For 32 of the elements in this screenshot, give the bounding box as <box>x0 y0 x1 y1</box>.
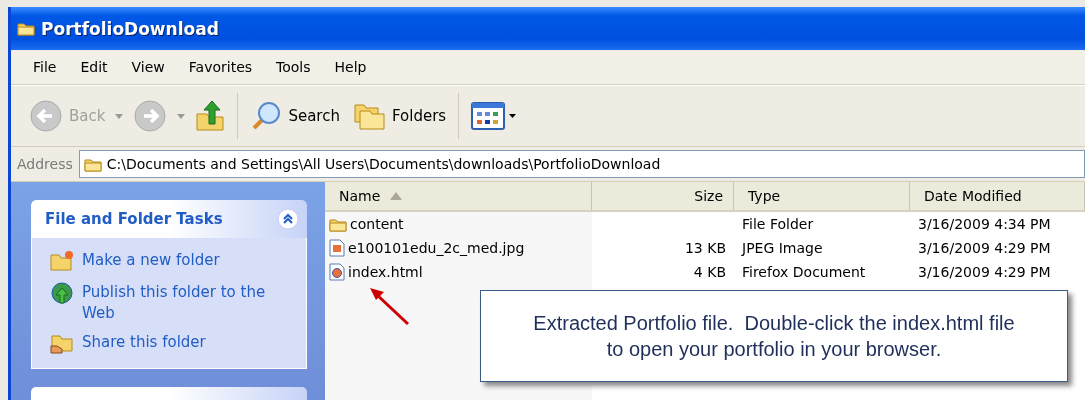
task-link[interactable]: Make a new folder <box>82 250 220 271</box>
task-link[interactable]: Publish this folder to the Web <box>82 282 294 324</box>
window-title: PortfolioDownload <box>41 18 219 39</box>
file-name[interactable]: e100101edu_2c_med.jpg <box>348 240 525 256</box>
menu-item[interactable]: Tools <box>264 59 323 75</box>
address-label: Address <box>17 156 73 172</box>
table-cell: Firefox Document <box>742 264 866 280</box>
table-cell: File Folder <box>742 216 814 232</box>
table-cell: 3/16/2009 4:29 PM <box>918 240 1051 256</box>
folders-button[interactable]: Folders <box>349 99 451 133</box>
file-name[interactable]: index.html <box>348 264 423 280</box>
menu-item[interactable]: Favorites <box>176 59 265 75</box>
callout-text: to open your portfolio in your browser. <box>606 337 942 362</box>
panel-title: File and Folder Tasks <box>45 210 223 228</box>
table-cell: 4 KB <box>693 264 726 280</box>
column-header[interactable]: Date Modified <box>910 182 1085 210</box>
table-cell: 3/16/2009 4:34 PM <box>918 216 1051 232</box>
menu-item[interactable]: Help <box>322 59 379 75</box>
menu-item[interactable]: View <box>119 59 177 75</box>
column-header[interactable]: Size <box>592 182 734 210</box>
menu-item[interactable]: Edit <box>68 59 120 75</box>
column-header[interactable]: Name <box>325 182 592 210</box>
table-cell: 3/16/2009 4:29 PM <box>918 264 1051 280</box>
column-header[interactable]: Type <box>734 182 910 210</box>
table-cell: JPEG Image <box>742 240 823 256</box>
task-link[interactable]: Share this folder <box>82 332 206 353</box>
callout-text: Extracted Portfolio file. Double-click the index.html file <box>533 311 1015 336</box>
file-name[interactable]: content <box>350 216 404 232</box>
address-field[interactable]: C:\Documents and Settings\All Users\Documents\downloads\PortfolioDownload <box>78 150 1085 178</box>
menu-item[interactable]: File <box>21 59 69 75</box>
table-cell: 13 KB <box>684 240 726 256</box>
search-button[interactable]: Search <box>246 98 344 134</box>
